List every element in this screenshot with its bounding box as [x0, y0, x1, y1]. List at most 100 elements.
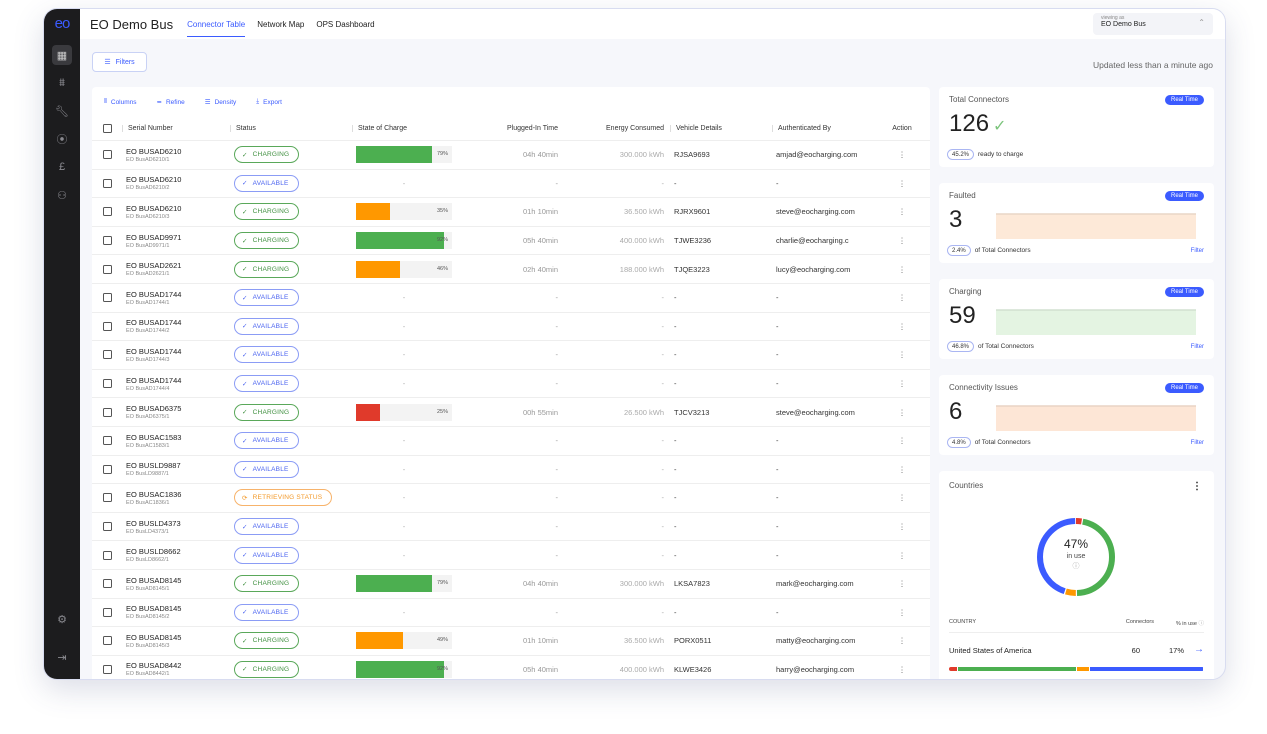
table-row[interactable]: EO BUSAC1583 EO BusAC1583/1 ✓ AVAILABLE - …	[92, 427, 930, 456]
more-vert-icon[interactable]: ⋮	[882, 436, 922, 445]
soc-empty: -	[402, 550, 406, 560]
more-vert-icon[interactable]: ⋮	[1192, 481, 1202, 492]
row-checkbox[interactable]	[102, 607, 112, 617]
more-vert-icon[interactable]: ⋮	[882, 293, 922, 302]
row-checkbox[interactable]	[102, 350, 112, 360]
header-plugged[interactable]: Plugged-In Time	[474, 125, 564, 132]
row-checkbox[interactable]	[102, 379, 112, 389]
settings-icon[interactable]: ⚙	[52, 609, 72, 629]
table-row[interactable]: EO BUSAD1744 EO BusAD1744/3 ✓ AVAILABLE - …	[92, 341, 930, 370]
density-button[interactable]: ☰ Density	[205, 98, 237, 107]
filters-button[interactable]: ☰ Filters	[92, 52, 147, 72]
row-checkbox[interactable]	[102, 664, 112, 674]
row-checkbox[interactable]	[102, 550, 112, 560]
row-checkbox[interactable]	[102, 178, 112, 188]
header-serial[interactable]: Serial Number	[122, 125, 230, 132]
row-checkbox[interactable]	[102, 321, 112, 331]
more-vert-icon[interactable]: ⋮	[882, 636, 922, 645]
row-checkbox[interactable]	[102, 436, 112, 446]
row-checkbox[interactable]	[102, 293, 112, 303]
header-energy[interactable]: Energy Consumed	[564, 125, 670, 132]
soc-fill	[356, 632, 404, 650]
more-vert-icon[interactable]: ⋮	[882, 522, 922, 531]
country-row[interactable]: United States of America 60 17% →	[949, 644, 1204, 655]
dashboard-icon[interactable]: ▦	[52, 45, 72, 65]
more-vert-icon[interactable]: ⋮	[882, 379, 922, 388]
more-vert-icon[interactable]: ⋮	[882, 265, 922, 274]
table-row[interactable]: EO BUSLD9887 EO BusLD9887/1 ✓ AVAILABLE - …	[92, 456, 930, 485]
filter-link[interactable]: Filter	[1191, 344, 1204, 350]
wrench-icon[interactable]: 🔧︎	[52, 101, 72, 121]
row-checkbox[interactable]	[102, 150, 112, 160]
row-checkbox[interactable]	[102, 236, 112, 246]
export-button[interactable]: ⤓ Export	[256, 98, 282, 106]
tab-connector-table[interactable]: Connector Table	[187, 9, 246, 39]
table-row[interactable]: EO BUSLD8662 EO BusLD8662/1 ✓ AVAILABLE - …	[92, 541, 930, 570]
header-soc[interactable]: State of Charge	[352, 125, 474, 132]
row-checkbox[interactable]	[102, 636, 112, 646]
select-all-checkbox[interactable]	[102, 124, 112, 133]
analytics-icon[interactable]: ⩩	[52, 73, 72, 93]
table-row[interactable]: EO BUSAD1744 EO BusAD1744/1 ✓ AVAILABLE - …	[92, 284, 930, 313]
table-row[interactable]: EO BUSAD2621 EO BusAD2621/1 ✓ CHARGING 46%…	[92, 255, 930, 284]
info-icon[interactable]: ⓘ	[1034, 561, 1118, 571]
more-vert-icon[interactable]: ⋮	[882, 665, 922, 674]
row-checkbox[interactable]	[102, 464, 112, 474]
table-row[interactable]: EO BUSAD9971 EO BusAD9971/1 ✓ CHARGING 92%…	[92, 227, 930, 256]
more-vert-icon[interactable]: ⋮	[882, 350, 922, 359]
table-row[interactable]: EO BUSAD8145 EO BusAD8145/3 ✓ CHARGING 49%…	[92, 627, 930, 656]
authenticated-by: -	[776, 321, 779, 331]
arrow-right-icon[interactable]: →	[1194, 644, 1204, 655]
row-checkbox[interactable]	[102, 407, 112, 417]
row-checkbox[interactable]	[102, 207, 112, 217]
table-row[interactable]: EO BUSAD6210 EO BusAD6210/3 ✓ CHARGING 35%…	[92, 198, 930, 227]
more-vert-icon[interactable]: ⋮	[882, 150, 922, 159]
more-vert-icon[interactable]: ⋮	[882, 179, 922, 188]
columns-button[interactable]: ⦀ Columns	[104, 98, 137, 106]
table-row[interactable]: EO BUSAD8442 EO BusAD8442/1 ✓ CHARGING 92%…	[92, 656, 930, 679]
more-vert-icon[interactable]: ⋮	[882, 551, 922, 560]
viewing-as-select[interactable]: viewing as EO Demo Bus ⌃	[1093, 13, 1213, 35]
table-row[interactable]: EO BUSAD1744 EO BusAD1744/4 ✓ AVAILABLE - …	[92, 370, 930, 399]
tab-network-map[interactable]: Network Map	[257, 9, 304, 39]
soc-empty: -	[402, 350, 406, 360]
row-checkbox[interactable]	[102, 522, 112, 532]
more-vert-icon[interactable]: ⋮	[882, 207, 922, 216]
kpi-card-faulted: Faulted Real Time 3 2.4% of Total Connect…	[939, 183, 1214, 263]
more-vert-icon[interactable]: ⋮	[882, 408, 922, 417]
filter-link[interactable]: Filter	[1191, 440, 1204, 446]
signal-icon[interactable]: ⦿	[52, 129, 72, 149]
header-vehicle[interactable]: Vehicle Details	[670, 125, 772, 132]
more-vert-icon[interactable]: ⋮	[882, 579, 922, 588]
more-vert-icon[interactable]: ⋮	[882, 493, 922, 502]
table-row[interactable]: EO BUSAD6210 EO BusAD6210/2 ✓ AVAILABLE - …	[92, 170, 930, 199]
table-row[interactable]: EO BUSAD6375 EO BusAD6375/1 ✓ CHARGING 25%…	[92, 398, 930, 427]
header-status[interactable]: Status	[230, 125, 352, 132]
logout-icon[interactable]: ⇥	[52, 647, 72, 667]
table-row[interactable]: EO BUSAC1836 EO BusAC1836/1 ⟳ RETRIEVING S…	[92, 484, 930, 513]
more-vert-icon[interactable]: ⋮	[882, 608, 922, 617]
table-row[interactable]: EO BUSLD4373 EO BusLD4373/1 ✓ AVAILABLE - …	[92, 513, 930, 542]
more-vert-icon[interactable]: ⋮	[882, 465, 922, 474]
refine-button[interactable]: ≂ Refine	[157, 98, 185, 107]
table-row[interactable]: EO BUSAD1744 EO BusAD1744/2 ✓ AVAILABLE - …	[92, 313, 930, 342]
more-vert-icon[interactable]: ⋮	[882, 236, 922, 245]
more-vert-icon[interactable]: ⋮	[882, 322, 922, 331]
status-text: AVAILABLE	[252, 465, 289, 473]
row-checkbox[interactable]	[102, 493, 112, 503]
header-auth[interactable]: Authenticated By	[772, 125, 882, 132]
soc-bar: 49%	[356, 632, 452, 650]
table-row[interactable]: EO BUSAD6210 EO BusAD6210/1 ✓ CHARGING 79%…	[92, 141, 930, 170]
users-icon[interactable]: ⚇	[52, 185, 72, 205]
filter-link[interactable]: Filter	[1191, 248, 1204, 254]
table-row[interactable]: EO BUSAD8145 EO BusAD8145/2 ✓ AVAILABLE - …	[92, 599, 930, 628]
status-badge: ✓ AVAILABLE	[234, 346, 299, 364]
row-checkbox[interactable]	[102, 579, 112, 589]
pound-icon[interactable]: £	[52, 157, 72, 177]
info-icon[interactable]: ⓘ	[1198, 621, 1204, 627]
row-checkbox[interactable]	[102, 264, 112, 274]
table-row[interactable]: EO BUSAD8145 EO BusAD8145/1 ✓ CHARGING 79%…	[92, 570, 930, 599]
vehicle-details: TJQE3223	[674, 264, 710, 274]
authenticated-by: -	[776, 522, 779, 532]
tab-ops-dashboard[interactable]: OPS Dashboard	[316, 9, 374, 39]
